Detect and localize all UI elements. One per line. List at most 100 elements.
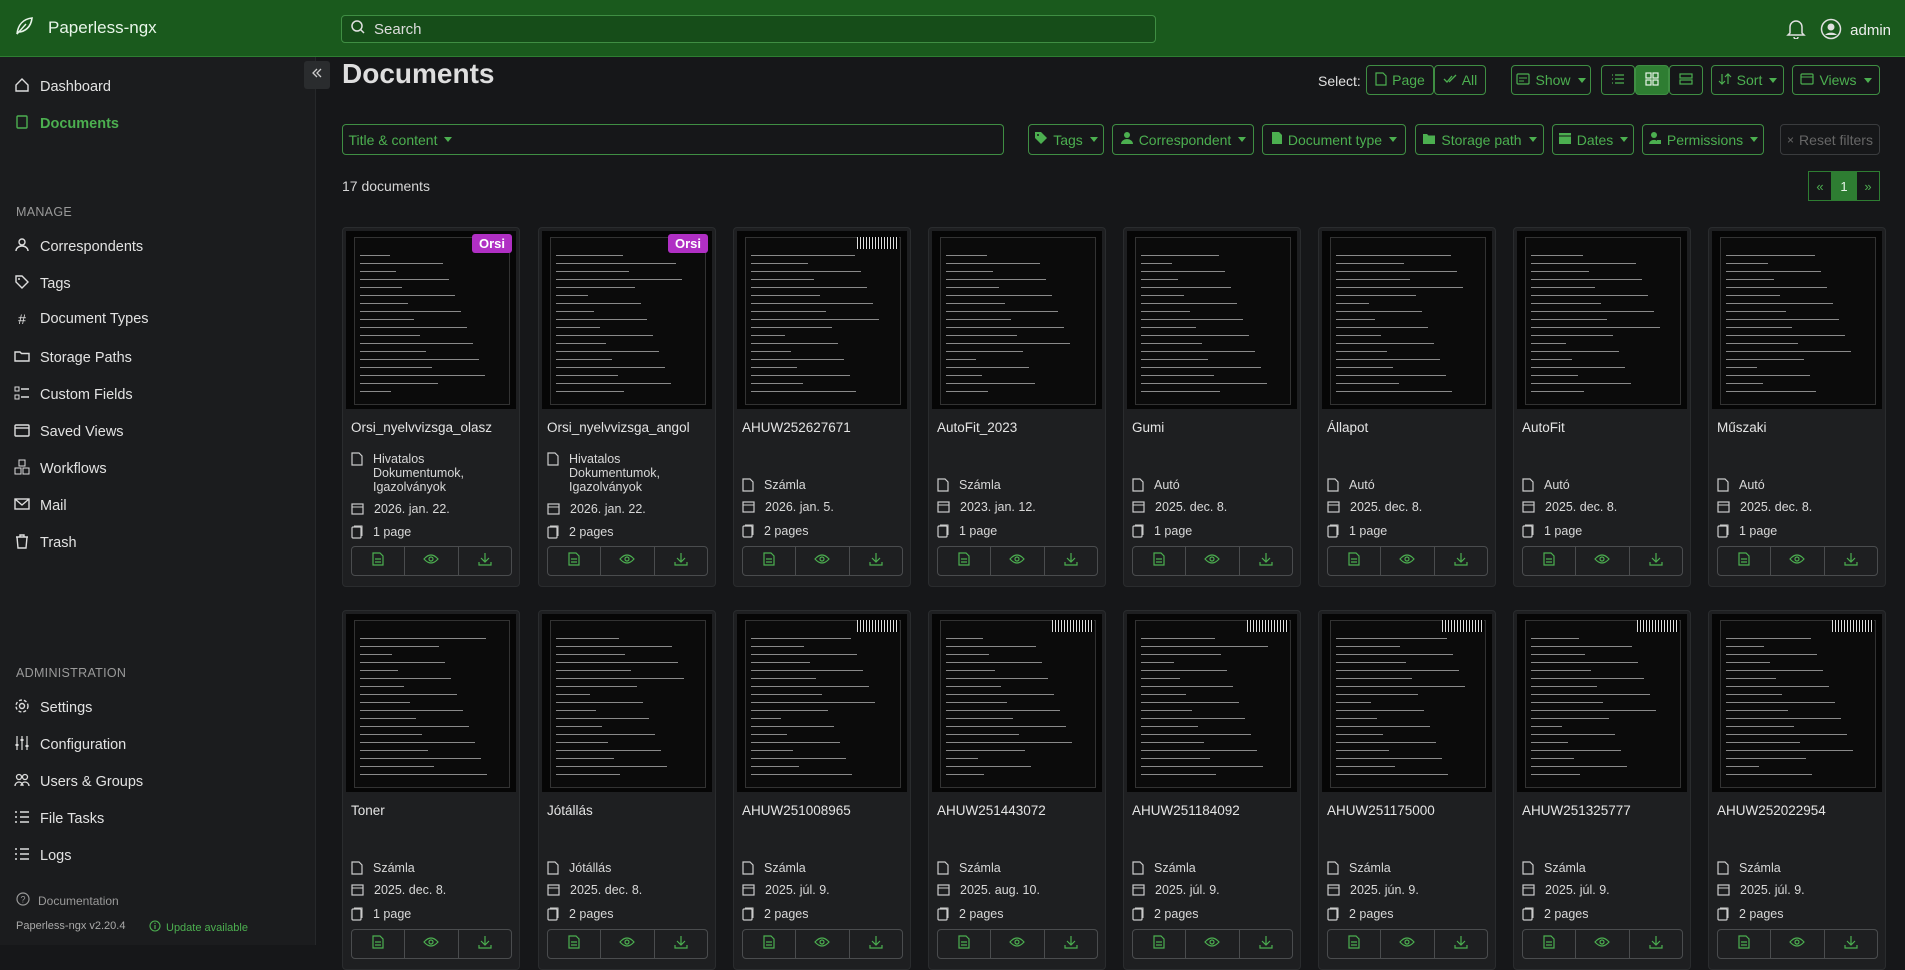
document-card[interactable]: AHUW251325777 Számla 2025. júl. 9. 2 pages: [1513, 610, 1691, 970]
document-card[interactable]: AutoFit Autó 2025. dec. 8. 1 page: [1513, 227, 1691, 587]
document-thumbnail[interactable]: Orsi: [542, 231, 712, 409]
open-details-button[interactable]: [352, 930, 406, 958]
preview-button[interactable]: [405, 547, 459, 575]
open-details-button[interactable]: [1133, 547, 1187, 575]
document-card[interactable]: Műszaki Autó 2025. dec. 8. 1 page: [1708, 227, 1886, 587]
document-type[interactable]: Számla: [742, 861, 806, 878]
document-card[interactable]: Jótállás Jótállás 2025. dec. 8. 2 pages: [538, 610, 716, 970]
sidebar-item-settings[interactable]: Settings: [14, 698, 92, 718]
sidebar-item-tags[interactable]: Tags: [14, 274, 71, 294]
document-card[interactable]: Állapot Autó 2025. dec. 8. 1 page: [1318, 227, 1496, 587]
document-type[interactable]: Számla: [1717, 861, 1781, 878]
storage-path-filter-dropdown[interactable]: Storage path: [1415, 124, 1544, 155]
download-button[interactable]: [1435, 547, 1487, 575]
documentation-link[interactable]: ? Documentation: [16, 892, 119, 909]
tags-filter-dropdown[interactable]: Tags: [1028, 124, 1104, 155]
open-details-button[interactable]: [1328, 930, 1382, 958]
document-thumbnail[interactable]: [1127, 614, 1297, 792]
document-card[interactable]: AutoFit_2023 Számla 2023. jan. 12. 1 page: [928, 227, 1106, 587]
open-details-button[interactable]: [1328, 547, 1382, 575]
download-button[interactable]: [1825, 930, 1877, 958]
document-type[interactable]: Hivatalos Dokumentumok, Igazolványok: [547, 452, 689, 494]
document-card[interactable]: AHUW252627671 Számla 2026. jan. 5. 2 pages: [733, 227, 911, 587]
document-thumbnail[interactable]: [1712, 231, 1882, 409]
page-1-button[interactable]: 1: [1832, 171, 1856, 201]
document-thumbnail[interactable]: [1322, 614, 1492, 792]
brand[interactable]: Paperless-ngx: [0, 16, 320, 41]
sidebar-item-mail[interactable]: Mail: [14, 496, 67, 516]
preview-button[interactable]: [1381, 547, 1435, 575]
dates-filter-dropdown[interactable]: Dates: [1552, 124, 1634, 155]
sidebar-item-document-types[interactable]: # Document Types: [14, 311, 148, 327]
download-button[interactable]: [1435, 930, 1487, 958]
document-type[interactable]: Autó: [1717, 478, 1765, 495]
open-details-button[interactable]: [1718, 547, 1772, 575]
document-card[interactable]: AHUW251008965 Számla 2025. júl. 9. 2 pages: [733, 610, 911, 970]
preview-button[interactable]: [991, 930, 1045, 958]
reset-filters-button[interactable]: × Reset filters: [1780, 124, 1880, 155]
document-card[interactable]: Orsi Orsi_nyelvvizsga_angol Hivatalos Doku…: [538, 227, 716, 587]
download-button[interactable]: [1630, 930, 1682, 958]
document-type[interactable]: Számla: [742, 478, 806, 495]
preview-button[interactable]: [1186, 547, 1240, 575]
preview-button[interactable]: [1771, 930, 1825, 958]
preview-button[interactable]: [405, 930, 459, 958]
document-type[interactable]: Számla: [1132, 861, 1196, 878]
select-all-button[interactable]: All: [1434, 65, 1486, 95]
document-thumbnail[interactable]: [1517, 614, 1687, 792]
document-type[interactable]: Számla: [937, 478, 1001, 495]
download-button[interactable]: [850, 930, 902, 958]
preview-button[interactable]: [1576, 547, 1630, 575]
preview-button[interactable]: [601, 547, 655, 575]
sidebar-item-file-tasks[interactable]: File Tasks: [14, 809, 104, 829]
document-thumbnail[interactable]: [737, 614, 907, 792]
document-card[interactable]: AHUW251175000 Számla 2025. jún. 9. 2 pages: [1318, 610, 1496, 970]
preview-button[interactable]: [1186, 930, 1240, 958]
global-search[interactable]: [341, 15, 1156, 43]
document-type[interactable]: Autó: [1522, 478, 1570, 495]
open-details-button[interactable]: [743, 930, 797, 958]
document-card[interactable]: Toner Számla 2025. dec. 8. 1 page: [342, 610, 520, 970]
document-thumbnail[interactable]: [346, 614, 516, 792]
open-details-button[interactable]: [938, 547, 992, 575]
document-type[interactable]: Számla: [1522, 861, 1586, 878]
view-large-cards-button[interactable]: [1669, 65, 1703, 95]
document-thumbnail[interactable]: Orsi: [346, 231, 516, 409]
document-thumbnail[interactable]: [932, 231, 1102, 409]
document-card[interactable]: AHUW252022954 Számla 2025. júl. 9. 2 pages: [1708, 610, 1886, 970]
document-thumbnail[interactable]: [1127, 231, 1297, 409]
download-button[interactable]: [1825, 547, 1877, 575]
sidebar-item-workflows[interactable]: Workflows: [14, 459, 107, 479]
preview-button[interactable]: [1771, 547, 1825, 575]
preview-button[interactable]: [796, 547, 850, 575]
open-details-button[interactable]: [743, 547, 797, 575]
document-type[interactable]: Számla: [1327, 861, 1391, 878]
sidebar-item-dashboard[interactable]: Dashboard: [14, 77, 111, 97]
correspondent-filter-dropdown[interactable]: Correspondent: [1112, 124, 1254, 155]
open-details-button[interactable]: [938, 930, 992, 958]
download-button[interactable]: [1045, 930, 1097, 958]
document-card[interactable]: AHUW251184092 Számla 2025. júl. 9. 2 pages: [1123, 610, 1301, 970]
sidebar-item-trash[interactable]: Trash: [14, 533, 77, 553]
open-details-button[interactable]: [1133, 930, 1187, 958]
download-button[interactable]: [655, 930, 707, 958]
title-content-dropdown[interactable]: Title & content: [342, 124, 459, 155]
collapse-sidebar-button[interactable]: [304, 61, 330, 89]
sidebar-item-users-groups[interactable]: Users & Groups: [14, 772, 143, 792]
download-button[interactable]: [1240, 930, 1292, 958]
document-type[interactable]: Jótállás: [547, 861, 611, 878]
next-page-button[interactable]: »: [1856, 171, 1880, 201]
tag-badge[interactable]: Orsi: [667, 234, 708, 253]
show-dropdown[interactable]: Show: [1511, 65, 1591, 95]
document-type[interactable]: Autó: [1132, 478, 1180, 495]
sidebar-item-custom-fields[interactable]: Custom Fields: [14, 385, 133, 405]
user-menu[interactable]: admin: [1820, 18, 1891, 44]
open-details-button[interactable]: [548, 547, 602, 575]
sidebar-item-logs[interactable]: Logs: [14, 846, 71, 866]
document-thumbnail[interactable]: [737, 231, 907, 409]
open-details-button[interactable]: [548, 930, 602, 958]
download-button[interactable]: [850, 547, 902, 575]
download-button[interactable]: [459, 930, 511, 958]
download-button[interactable]: [655, 547, 707, 575]
tag-badge[interactable]: Orsi: [471, 234, 512, 253]
